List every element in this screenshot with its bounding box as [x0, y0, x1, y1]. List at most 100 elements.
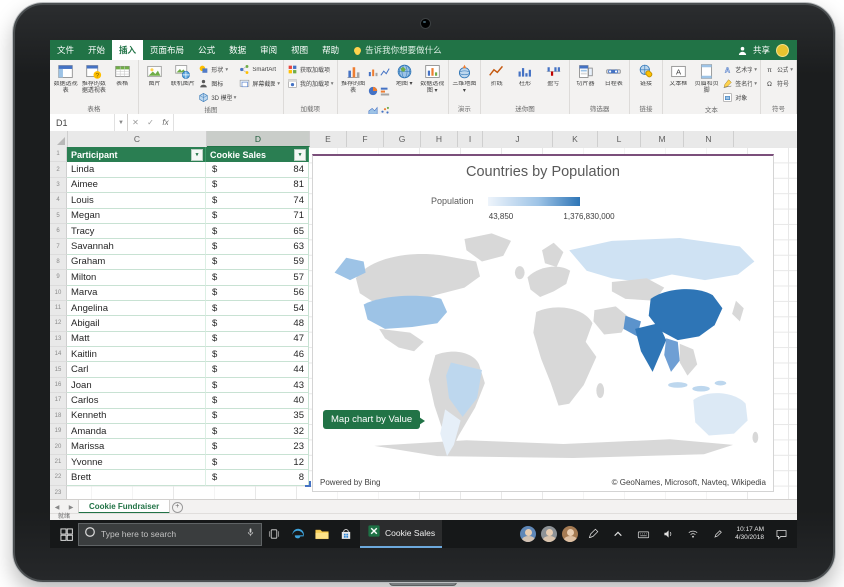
store-icon[interactable]	[334, 522, 358, 546]
people-avatar-2[interactable]	[541, 526, 557, 542]
column-header-I[interactable]: I	[458, 131, 483, 147]
participant-cell[interactable]: Graham	[67, 255, 206, 270]
ribbon-button-3d-models[interactable]: 3D 模型▾	[197, 91, 237, 104]
participant-cell[interactable]: Joan	[67, 378, 206, 393]
sheet-tab-cookie-fundraiser[interactable]: Cookie Fundraiser	[78, 500, 170, 514]
taskbar-search[interactable]: Type here to search	[78, 523, 262, 546]
task-view-icon[interactable]	[262, 522, 286, 546]
column-chart-icon[interactable]	[368, 64, 378, 82]
participant-cell[interactable]: Angelina	[67, 301, 206, 316]
table-row[interactable]: 7Savannah$63	[50, 239, 309, 254]
cookie-sales-cell[interactable]: $74	[206, 193, 309, 208]
ribbon-button-table[interactable]: 表格	[109, 61, 136, 103]
sheet-grid[interactable]: 1Participant▾Cookie Sales▾2Linda$843Aime…	[50, 147, 797, 499]
column-header-C[interactable]: C	[68, 131, 207, 147]
row-header-11[interactable]: 11	[50, 301, 67, 316]
column-header-G[interactable]: G	[384, 131, 421, 147]
table-row[interactable]: 10Marva$56	[50, 286, 309, 301]
ribbon-tab-review[interactable]: 审阅	[253, 40, 284, 60]
ribbon-tab-data[interactable]: 数据	[222, 40, 253, 60]
row-header-10[interactable]: 10	[50, 286, 67, 301]
user-avatar[interactable]	[776, 44, 789, 57]
cancel-icon[interactable]: ✕	[128, 114, 143, 131]
edge-icon[interactable]	[286, 522, 310, 546]
insert-function-icon[interactable]: fx	[158, 114, 174, 131]
ribbon-button-equation[interactable]: π公式▾	[763, 63, 794, 76]
participant-cell[interactable]: Savannah	[67, 239, 206, 254]
cookie-sales-cell[interactable]: $56	[206, 286, 309, 301]
participant-cell[interactable]: Louis	[67, 193, 206, 208]
ribbon-tab-formulas[interactable]: 公式	[191, 40, 222, 60]
column-header-M[interactable]: M	[641, 131, 684, 147]
windows-ink-icon[interactable]	[581, 522, 605, 546]
pen-icon[interactable]	[706, 522, 730, 546]
column-header-L[interactable]: L	[598, 131, 641, 147]
column-header-D[interactable]: D	[207, 131, 310, 147]
participant-cell[interactable]: Carl	[67, 362, 206, 377]
table-row[interactable]: 13Matt$47	[50, 332, 309, 347]
ribbon-button-wordart[interactable]: A艺术字▾	[721, 63, 758, 76]
participant-cell[interactable]: Kaitlin	[67, 347, 206, 362]
column-header-E[interactable]: E	[310, 131, 347, 147]
table-row[interactable]: 18Kenneth$35	[50, 409, 309, 424]
row-header-12[interactable]: 12	[50, 316, 67, 331]
ribbon-button-column-sparkline[interactable]: 柱形	[511, 61, 538, 103]
map-chart[interactable]: Countries by Population Population 43,85…	[312, 154, 774, 492]
ribbon-tab-file[interactable]: 文件	[50, 40, 81, 60]
name-box-dropdown-icon[interactable]: ▼	[115, 114, 128, 131]
filter-dropdown-icon[interactable]: ▾	[191, 149, 203, 161]
new-sheet-button[interactable]: +	[170, 500, 184, 514]
cookie-sales-cell[interactable]: $35	[206, 409, 309, 424]
table-row[interactable]: 4Louis$74	[50, 193, 309, 208]
ribbon-button-link[interactable]: 链接	[632, 61, 659, 103]
cookie-sales-cell[interactable]: $8	[206, 470, 309, 485]
show-hidden-icons-chevron[interactable]	[606, 522, 630, 546]
row-header-21[interactable]: 21	[50, 455, 67, 470]
people-avatar-3[interactable]	[562, 526, 578, 542]
cookie-sales-cell[interactable]: $65	[206, 224, 309, 239]
start-button[interactable]	[54, 522, 78, 546]
table-row[interactable]: 12Abigail$48	[50, 316, 309, 331]
row-header-6[interactable]: 6	[50, 224, 67, 239]
table-row[interactable]: 6Tracy$65	[50, 224, 309, 239]
column-header-H[interactable]: H	[421, 131, 458, 147]
formula-input[interactable]	[174, 114, 797, 131]
ribbon-button-text-box[interactable]: A文本框	[665, 61, 692, 104]
row-header-7[interactable]: 7	[50, 239, 67, 254]
volume-icon[interactable]	[656, 522, 680, 546]
sheet-prev-icon[interactable]: ◀	[50, 500, 64, 514]
column-header-F[interactable]: F	[347, 131, 384, 147]
pie-chart-icon[interactable]	[368, 83, 378, 101]
ribbon-tab-insert[interactable]: 插入	[112, 40, 143, 60]
column-header-J[interactable]: J	[483, 131, 553, 147]
cookie-sales-cell[interactable]: $46	[206, 347, 309, 362]
ribbon-button-symbol[interactable]: Ω符号	[763, 77, 794, 90]
ribbon-button-signature-line[interactable]: 签名行▾	[721, 77, 758, 90]
table-row[interactable]: 19Amanda$32	[50, 424, 309, 439]
touch-keyboard-icon[interactable]	[631, 522, 655, 546]
table-row[interactable]: 17Carlos$40	[50, 393, 309, 408]
table-row[interactable]: 16Joan$43	[50, 378, 309, 393]
participant-cell[interactable]: Megan	[67, 209, 206, 224]
line-chart-icon[interactable]	[380, 64, 390, 82]
row-header-13[interactable]: 13	[50, 332, 67, 347]
cookie-sales-cell[interactable]: $71	[206, 209, 309, 224]
participant-cell[interactable]: Linda	[67, 162, 206, 177]
row-header-14[interactable]: 14	[50, 347, 67, 362]
table-row[interactable]: 11Angelina$54	[50, 301, 309, 316]
ribbon-button-shapes[interactable]: 形状▾	[197, 63, 237, 76]
ribbon-tab-home[interactable]: 开始	[81, 40, 112, 60]
table-row[interactable]: 21Yvonne$12	[50, 455, 309, 470]
cookie-sales-cell[interactable]: $48	[206, 316, 309, 331]
row-header-3[interactable]: 3	[50, 178, 67, 193]
row-header-15[interactable]: 15	[50, 362, 67, 377]
ribbon-button-pivottable[interactable]: 数据透视表	[52, 61, 79, 103]
name-box[interactable]: D1	[50, 114, 115, 131]
cookie-sales-cell[interactable]: $57	[206, 270, 309, 285]
table-row[interactable]: 5Megan$71	[50, 209, 309, 224]
participant-cell[interactable]: Carlos	[67, 393, 206, 408]
cookie-sales-cell[interactable]: $23	[206, 439, 309, 454]
network-icon[interactable]	[681, 522, 705, 546]
cookie-sales-cell[interactable]: $12	[206, 455, 309, 470]
cookie-sales-cell[interactable]: $81	[206, 178, 309, 193]
